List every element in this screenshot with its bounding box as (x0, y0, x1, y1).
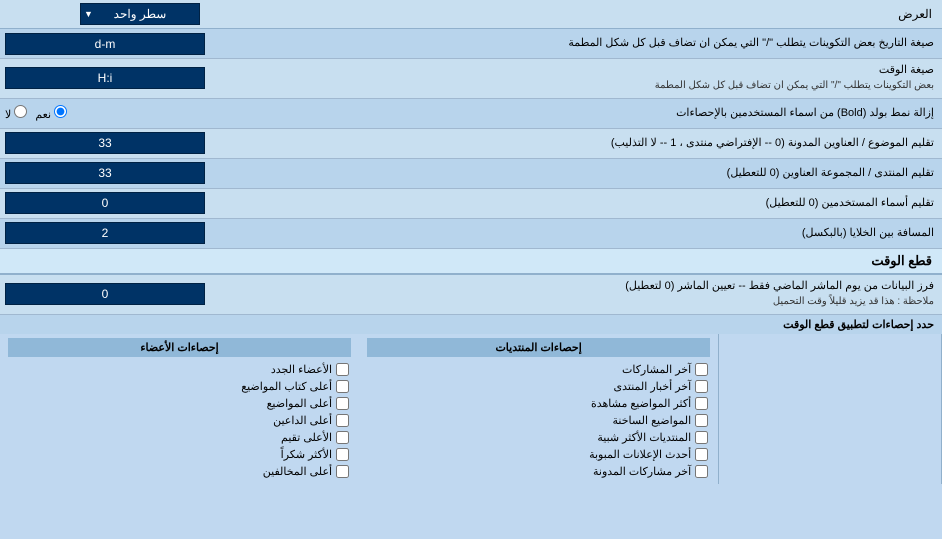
username-trim-input[interactable] (5, 192, 205, 214)
display-label: العرض (280, 3, 942, 25)
checkbox-most-viewed[interactable] (695, 397, 708, 410)
cutoff-label: فرز البيانات من يوم الماشر الماضي فقط --… (280, 275, 942, 314)
forum-trim-row: تقليم المنتدى / المجموعة العناوين (0 للت… (0, 159, 942, 189)
bold-no-radio[interactable] (14, 105, 27, 118)
bold-no-label: لا (5, 105, 27, 121)
checkbox-top-rated-label: الأعلى تقيم (281, 431, 332, 444)
checkbox-most-thanks-label: الأكثر شكراً (281, 448, 332, 461)
forum-trim-input-cell (0, 159, 280, 187)
checkbox-item-most-viewed: أكثر المواضيع مشاهدة (367, 395, 710, 412)
checkbox-grid: إحصاءات المنتديات آخر المشاركات آخر أخبا… (0, 334, 942, 484)
checkbox-col-forum-stats: إحصاءات المنتديات آخر المشاركات آخر أخبا… (359, 334, 719, 484)
subject-trim-row: تقليم الموضوع / العناوين المدونة (0 -- ا… (0, 129, 942, 159)
checkbox-top-promoters[interactable] (336, 414, 349, 427)
checkbox-top-promoters-label: أعلى الداعين (273, 414, 332, 427)
checkbox-blog-posts-label: آخر مشاركات المدونة (593, 465, 691, 478)
checkbox-item-new-members: الأعضاء الجدد (8, 361, 351, 378)
cutoff-input-cell (0, 280, 280, 308)
subject-trim-input[interactable] (5, 132, 205, 154)
username-trim-label: تقليم أسماء المستخدمين (0 للتعطيل) (280, 192, 942, 215)
checkbox-latest-ads-label: أحدث الإعلانات المبوبة (589, 448, 691, 461)
time-format-input-cell (0, 64, 280, 92)
checkbox-new-members-label: الأعضاء الجدد (271, 363, 332, 376)
checkbox-item-top-rated: الأعلى تقيم (8, 429, 351, 446)
checkbox-hot-topics[interactable] (695, 414, 708, 427)
checkbox-forum-news-label: آخر أخبار المنتدى (613, 380, 691, 393)
checkbox-item-latest-ads: أحدث الإعلانات المبوبة (367, 446, 710, 463)
time-format-label: صيغة الوقتبعض التكوينات يتطلب "/" التي ي… (280, 59, 942, 98)
checkbox-last-posts-label: آخر المشاركات (622, 363, 691, 376)
checkbox-item-most-thanks: الأكثر شكراً (8, 446, 351, 463)
checkbox-most-thanks[interactable] (336, 448, 349, 461)
checkbox-latest-ads[interactable] (695, 448, 708, 461)
member-stats-header: إحصاءات الأعضاء (8, 338, 351, 357)
checkbox-item-top-violations: أعلى المخالفين (8, 463, 351, 480)
subject-trim-label: تقليم الموضوع / العناوين المدونة (0 -- ا… (280, 132, 942, 155)
cell-spacing-input[interactable] (5, 222, 205, 244)
date-format-input[interactable] (5, 33, 205, 55)
main-container: العرض سطر واحد سطرين ثلاثة أسطر صيغة الت… (0, 0, 942, 484)
checkbox-item-top-topics: أعلى المواضيع (8, 395, 351, 412)
checkbox-col-member-stats: إحصاءات الأعضاء الأعضاء الجدد أعلى كتاب … (0, 334, 359, 484)
display-select[interactable]: سطر واحد سطرين ثلاثة أسطر (80, 3, 200, 25)
bold-removal-input-cell: نعم لا (0, 102, 280, 124)
date-format-row: صيغة التاريخ بعض التكوينات يتطلب "/" الت… (0, 29, 942, 59)
checkbox-top-violations[interactable] (336, 465, 349, 478)
checkbox-item-forum-news: آخر أخبار المنتدى (367, 378, 710, 395)
checkbox-most-viewed-label: أكثر المواضيع مشاهدة (591, 397, 691, 410)
bold-removal-label: إزالة نمط بولد (Bold) من اسماء المستخدمي… (280, 102, 942, 125)
checkbox-top-authors-label: أعلى كتاب المواضيع (241, 380, 332, 393)
display-input-area: سطر واحد سطرين ثلاثة أسطر (0, 0, 280, 28)
bold-yes-label: نعم (35, 105, 67, 121)
forum-trim-label: تقليم المنتدى / المجموعة العناوين (0 للت… (280, 162, 942, 185)
checkbox-new-members[interactable] (336, 363, 349, 376)
cutoff-row: فرز البيانات من يوم الماشر الماضي فقط --… (0, 275, 942, 315)
checkbox-hot-topics-label: المواضيع الساخنة (612, 414, 691, 427)
cell-spacing-label: المسافة بين الخلايا (بالبكسل) (280, 222, 942, 245)
forum-stats-header: إحصاءات المنتديات (367, 338, 710, 357)
checkbox-item-last-posts: آخر المشاركات (367, 361, 710, 378)
checkbox-most-similar-label: المنتديات الأكثر شبية (597, 431, 691, 444)
time-format-row: صيغة الوقتبعض التكوينات يتطلب "/" التي ي… (0, 59, 942, 99)
checkbox-forum-news[interactable] (695, 380, 708, 393)
checkbox-item-blog-posts: آخر مشاركات المدونة (367, 463, 710, 480)
cutoff-input[interactable] (5, 283, 205, 305)
checkbox-col-empty (719, 334, 942, 484)
bold-removal-row: إزالة نمط بولد (Bold) من اسماء المستخدمي… (0, 99, 942, 129)
date-format-label: صيغة التاريخ بعض التكوينات يتطلب "/" الت… (280, 32, 942, 55)
checkbox-item-top-authors: أعلى كتاب المواضيع (8, 378, 351, 395)
cutoff-section-header: قطع الوقت (0, 249, 942, 275)
checkbox-item-top-promoters: أعلى الداعين (8, 412, 351, 429)
checkbox-most-similar[interactable] (695, 431, 708, 444)
checkbox-item-most-similar: المنتديات الأكثر شبية (367, 429, 710, 446)
cell-spacing-row: المسافة بين الخلايا (بالبكسل) (0, 219, 942, 249)
forum-trim-input[interactable] (5, 162, 205, 184)
cutoff-stats-label: حدد إحصاءات لتطبيق قطع الوقت (0, 315, 942, 334)
username-trim-row: تقليم أسماء المستخدمين (0 للتعطيل) (0, 189, 942, 219)
checkbox-last-posts[interactable] (695, 363, 708, 376)
time-format-input[interactable] (5, 67, 205, 89)
checkbox-item-hot-topics: المواضيع الساخنة (367, 412, 710, 429)
checkbox-top-topics-label: أعلى المواضيع (267, 397, 333, 410)
date-format-input-cell (0, 30, 280, 58)
display-row: العرض سطر واحد سطرين ثلاثة أسطر (0, 0, 942, 29)
display-select-wrapper: سطر واحد سطرين ثلاثة أسطر (80, 3, 200, 25)
bold-yes-radio[interactable] (54, 105, 67, 118)
checkbox-blog-posts[interactable] (695, 465, 708, 478)
checkbox-top-authors[interactable] (336, 380, 349, 393)
checkbox-top-rated[interactable] (336, 431, 349, 444)
cell-spacing-input-cell (0, 219, 280, 247)
subject-trim-input-cell (0, 129, 280, 157)
checkbox-top-topics[interactable] (336, 397, 349, 410)
username-trim-input-cell (0, 189, 280, 217)
checkbox-top-violations-label: أعلى المخالفين (263, 465, 332, 478)
